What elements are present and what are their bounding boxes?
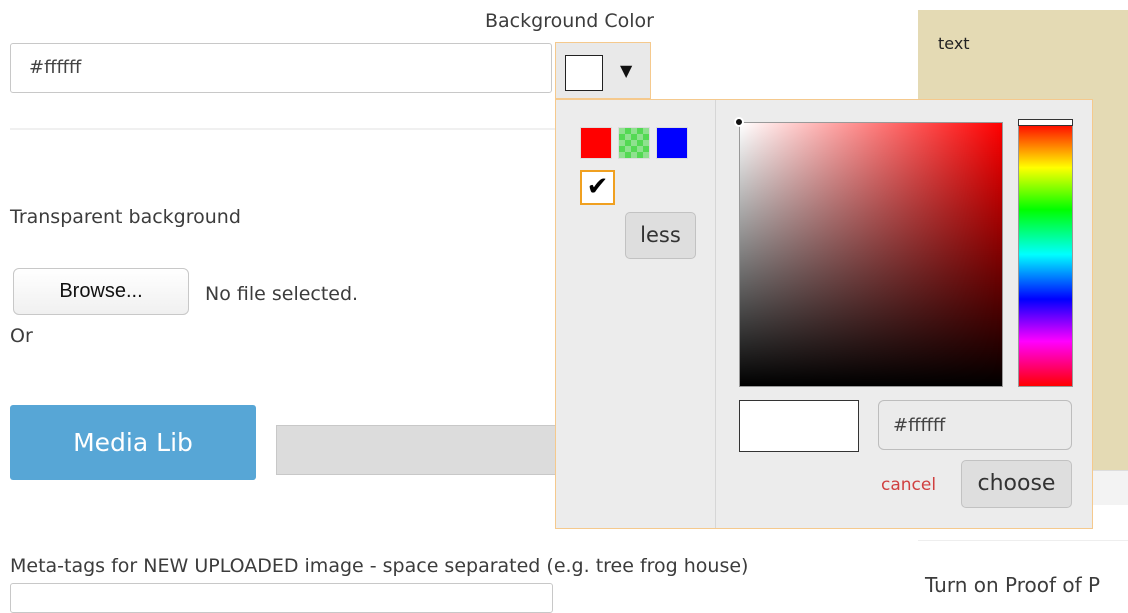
- color-preview: [739, 400, 859, 452]
- preview-text: text: [938, 34, 970, 53]
- color-picker-trigger[interactable]: ▼: [555, 42, 651, 99]
- meta-tags-input[interactable]: [10, 583, 553, 613]
- hue-slider-handle[interactable]: [1018, 119, 1073, 126]
- divider: [10, 128, 555, 130]
- selected-swatch-check-icon[interactable]: ✔: [580, 170, 615, 205]
- cancel-link[interactable]: cancel: [881, 475, 936, 495]
- palette-swatch-blue[interactable]: [656, 127, 688, 159]
- upload-progress-bar: [276, 425, 556, 475]
- selected-color-swatch: [565, 55, 603, 91]
- palette-swatch-transparent[interactable]: [618, 127, 650, 159]
- file-status-text: No file selected.: [205, 283, 359, 305]
- palette-swatch-red[interactable]: [580, 127, 612, 159]
- or-label: Or: [10, 325, 33, 347]
- palette-column: ✔ less: [556, 100, 716, 528]
- proof-toggle-label: Turn on Proof of P: [925, 573, 1101, 597]
- color-picker-popover: ✔ less #ffffff cancel choose: [555, 99, 1093, 529]
- hue-slider[interactable]: [1018, 122, 1073, 387]
- browse-button[interactable]: Browse...: [13, 268, 189, 315]
- hex-input[interactable]: #ffffff: [878, 400, 1072, 450]
- less-button[interactable]: less: [625, 212, 696, 259]
- saturation-value-marker[interactable]: [734, 117, 744, 127]
- background-color-input[interactable]: #ffffff: [10, 43, 552, 93]
- choose-button[interactable]: choose: [961, 460, 1072, 508]
- transparent-background-label: Transparent background: [10, 206, 241, 228]
- saturation-value-area[interactable]: [739, 122, 1003, 387]
- meta-tags-label: Meta-tags for NEW UPLOADED image - space…: [10, 555, 749, 577]
- dropdown-arrow-icon: ▼: [620, 61, 633, 80]
- background-color-label: Background Color: [485, 10, 654, 32]
- media-lib-button[interactable]: Media Lib: [10, 405, 256, 480]
